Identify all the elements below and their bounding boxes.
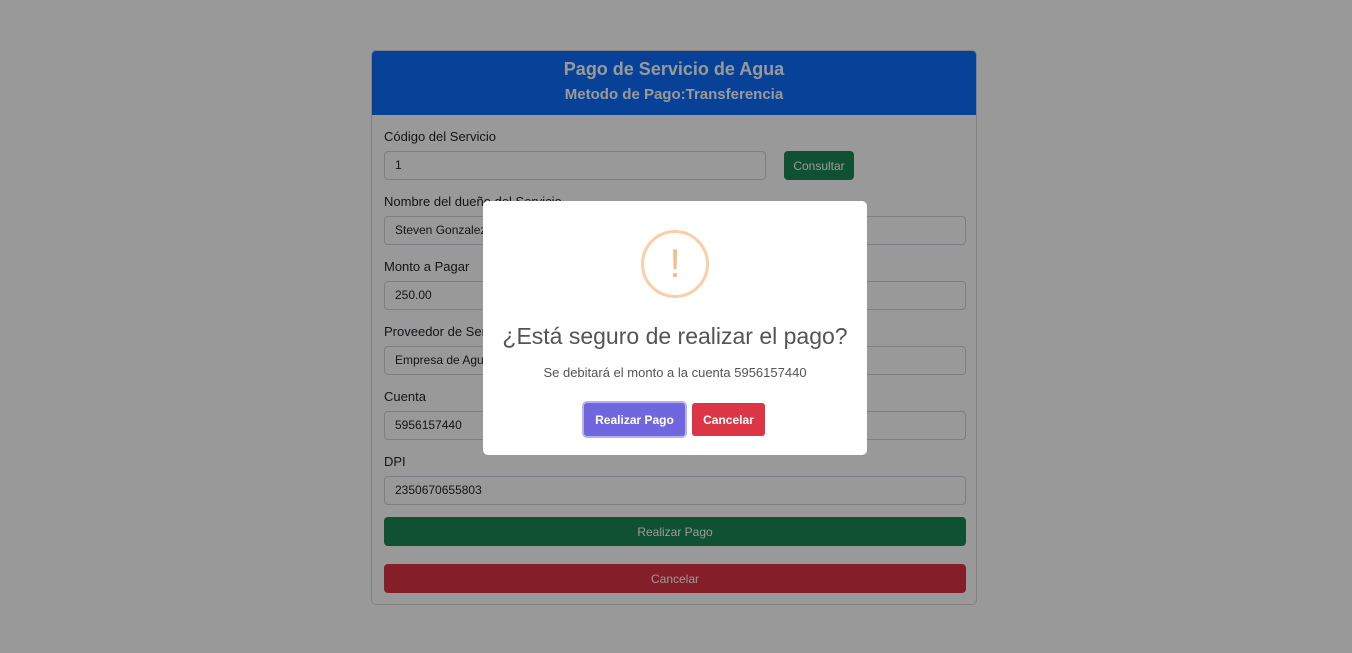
dialog-title: ¿Está seguro de realizar el pago? [502,323,848,349]
confirm-dialog: ! ¿Está seguro de realizar el pago? Se d… [483,201,867,455]
dialog-cancel-button[interactable]: Cancelar [692,403,765,436]
page: Pago de Servicio de Agua Metodo de Pago:… [0,0,1352,653]
dialog-message: Se debitará el monto a la cuenta 5956157… [543,365,807,380]
dialog-confirm-button[interactable]: Realizar Pago [584,403,685,436]
warning-icon: ! [641,230,709,298]
